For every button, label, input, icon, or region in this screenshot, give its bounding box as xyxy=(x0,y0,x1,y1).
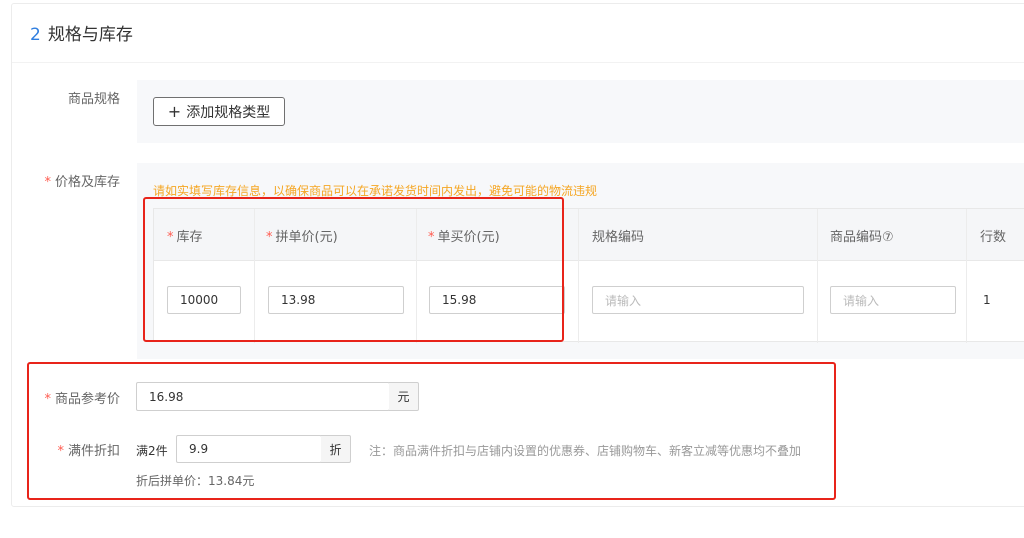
section-title: 2 规格与库存 xyxy=(30,20,133,45)
plus-icon: + xyxy=(167,101,182,121)
add-spec-type-label: 添加规格类型 xyxy=(186,104,271,121)
section-number: 2 xyxy=(30,25,41,45)
section-title-text: 规格与库存 xyxy=(47,25,133,45)
product-code-input[interactable]: 请输入 xyxy=(830,286,956,314)
header-divider xyxy=(12,62,1024,63)
price-stock-label: * 价格及库存 xyxy=(44,175,120,190)
column-divider xyxy=(966,209,967,343)
col-row-count: 行数 xyxy=(980,230,1007,245)
column-divider xyxy=(817,209,818,343)
col-spec-code: 规格编码 xyxy=(592,230,645,245)
highlight-box-price-table xyxy=(143,197,564,342)
col-product-code: 商品编码⑦ xyxy=(830,230,894,245)
row-count-value: 1 xyxy=(983,293,991,307)
add-spec-type-button[interactable]: + 添加规格类型 xyxy=(153,97,285,126)
spec-label: 商品规格 xyxy=(67,92,120,107)
highlight-box-discount xyxy=(27,362,836,500)
spec-code-input[interactable]: 请输入 xyxy=(592,286,804,314)
column-divider xyxy=(578,209,579,343)
